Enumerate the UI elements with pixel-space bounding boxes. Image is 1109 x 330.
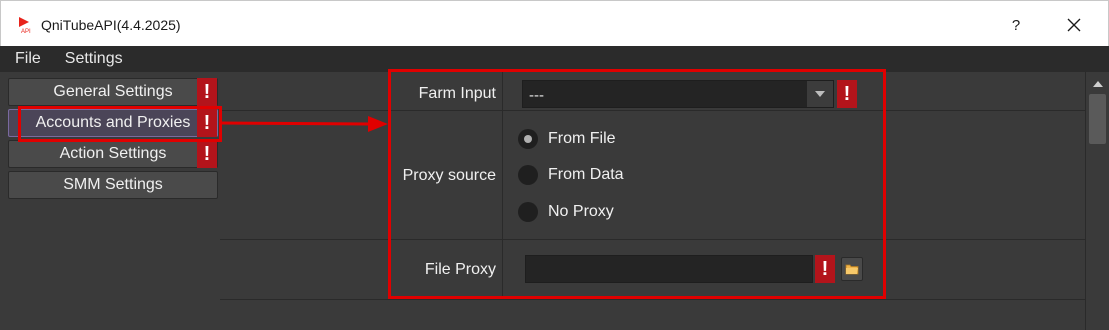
farm-input-value: ---: [529, 87, 544, 104]
radio-button[interactable]: [518, 129, 538, 149]
chevron-down-icon[interactable]: [807, 81, 833, 107]
warning-icon: !: [197, 78, 217, 106]
title-bar: API QniTubeAPI(4.4.2025) ?: [0, 0, 1109, 46]
nav-action-settings[interactable]: Action Settings: [8, 140, 218, 168]
radio-button[interactable]: [518, 202, 538, 222]
proxy-source-label: Proxy source: [402, 167, 496, 184]
menu-file[interactable]: File: [12, 50, 44, 68]
row-divider: [220, 239, 1085, 240]
help-button[interactable]: ?: [996, 9, 1036, 41]
radio-from-file[interactable]: From File: [518, 129, 616, 149]
radio-from-data[interactable]: From Data: [518, 165, 624, 185]
main-area: General Settings ! Accounts and Proxies …: [0, 72, 1109, 330]
app-play-icon: API: [19, 17, 31, 34]
settings-form: Farm Input --- ! Proxy source From File …: [220, 72, 1085, 330]
radio-label: No Proxy: [548, 203, 614, 220]
close-button[interactable]: [1054, 9, 1094, 41]
warning-icon: !: [837, 80, 857, 108]
nav-accounts-and-proxies[interactable]: Accounts and Proxies: [8, 109, 218, 137]
column-divider: [502, 72, 503, 299]
nav-smm-settings[interactable]: SMM Settings: [8, 171, 218, 199]
menu-bar: File Settings: [0, 46, 1109, 72]
scroll-thumb[interactable]: [1089, 94, 1106, 144]
radio-no-proxy[interactable]: No Proxy: [518, 202, 614, 222]
vertical-scrollbar[interactable]: [1085, 72, 1109, 330]
warning-icon: !: [815, 255, 835, 283]
radio-button[interactable]: [518, 165, 538, 185]
window-title: QniTubeAPI(4.4.2025): [41, 17, 181, 33]
farm-input-label: Farm Input: [418, 85, 496, 102]
close-icon: [1067, 18, 1081, 32]
radio-label: From File: [548, 130, 616, 147]
svg-text:API: API: [21, 29, 31, 34]
scroll-up-arrow-icon[interactable]: [1086, 76, 1109, 92]
farm-input-dropdown[interactable]: ---: [522, 80, 834, 108]
nav-general-settings[interactable]: General Settings: [8, 78, 218, 106]
row-divider: [220, 299, 1085, 300]
radio-label: From Data: [548, 166, 624, 183]
warning-icon: !: [197, 140, 217, 168]
folder-icon: [845, 264, 859, 275]
file-proxy-input[interactable]: [525, 255, 813, 283]
menu-settings[interactable]: Settings: [62, 50, 126, 68]
browse-file-button[interactable]: [841, 257, 863, 281]
row-divider: [220, 110, 1085, 111]
file-proxy-label: File Proxy: [424, 261, 496, 278]
warning-icon: !: [197, 109, 217, 137]
